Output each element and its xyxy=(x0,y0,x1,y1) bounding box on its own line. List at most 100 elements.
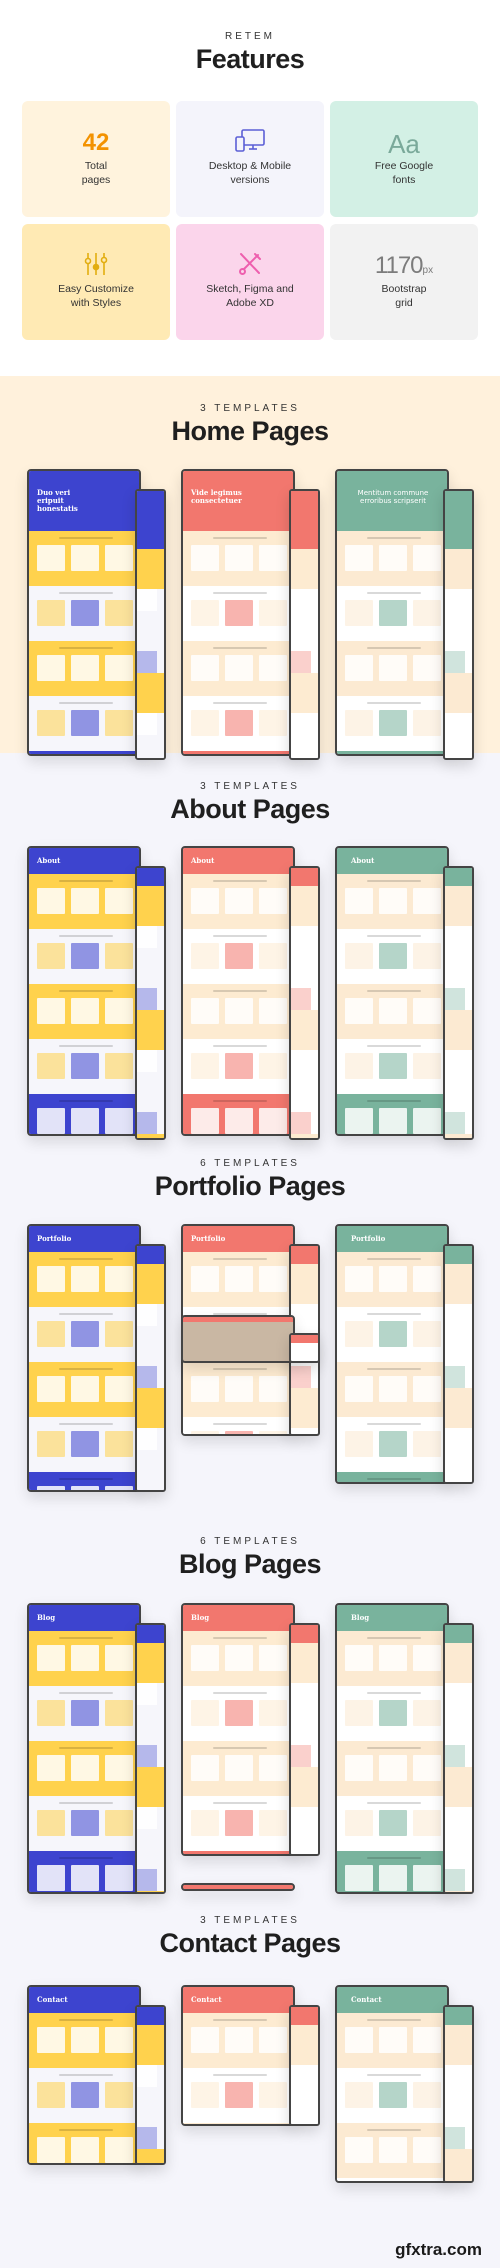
mockup-card xyxy=(191,1108,219,1134)
mockup-card xyxy=(191,600,219,626)
mockup-card xyxy=(259,655,287,681)
mobile-card xyxy=(445,1869,465,1891)
mockup-card xyxy=(345,1645,373,1671)
mockup-card xyxy=(259,2027,287,2053)
feature-label: Free Google fonts xyxy=(374,160,434,186)
mockup-card xyxy=(105,998,133,1024)
mockup-text-line xyxy=(367,702,421,704)
feature-label: Easy Customize with Styles xyxy=(58,283,134,309)
mockup-card xyxy=(413,1700,441,1726)
mobile-hero xyxy=(445,1246,472,1264)
mobile-hero xyxy=(445,1625,472,1643)
mockup-content-band xyxy=(337,751,447,754)
mobile-mockup-blog-blue xyxy=(135,1623,166,1894)
mobile-card xyxy=(291,651,311,673)
mobile-card xyxy=(445,1112,465,1134)
mockup-card xyxy=(413,1645,441,1671)
mobile-content-band xyxy=(445,1643,472,1683)
font-sample-icon: Aa xyxy=(388,129,420,159)
mobile-mockup-about-blue xyxy=(135,866,166,1140)
mockup-card xyxy=(37,1865,65,1891)
mockup-text-line xyxy=(367,1857,421,1859)
mockup-hero-text: Portfolio xyxy=(37,1234,72,1243)
mobile-card xyxy=(137,1050,157,1072)
mobile-mockup-contact-green xyxy=(443,2005,474,2183)
mobile-content-band xyxy=(445,1010,472,1050)
mockup-card xyxy=(345,2137,373,2163)
mockup-text-line xyxy=(59,1637,113,1639)
tools-icon xyxy=(239,253,261,275)
mobile-content-band xyxy=(445,1829,472,1869)
mobile-content-band xyxy=(445,611,472,651)
mockup-card xyxy=(71,888,99,914)
mobile-mockup-home-coral xyxy=(289,489,320,760)
contact-eyebrow: 3 TEMPLATES xyxy=(200,1915,300,1926)
mockup-card xyxy=(37,1431,65,1457)
mockup-hero-text: Contact xyxy=(351,1995,382,2004)
mockup-card xyxy=(259,998,287,1024)
mockup-text-line xyxy=(59,2019,113,2021)
mobile-card xyxy=(445,1807,465,1829)
mockup-card xyxy=(259,2082,287,2108)
mobile-content-band xyxy=(445,2025,472,2065)
portfolio-eyebrow: 6 TEMPLATES xyxy=(200,1158,300,1169)
desktop-mockup-contact-blue: Contact xyxy=(27,1985,141,2165)
mockup-card xyxy=(105,943,133,969)
mobile-content-band xyxy=(445,1134,472,1138)
mockup-card xyxy=(345,1700,373,1726)
mockup-card xyxy=(413,2082,441,2108)
mobile-content-band xyxy=(137,2149,164,2163)
mobile-card xyxy=(137,988,157,1010)
mockup-card xyxy=(37,1376,65,1402)
mobile-content-band xyxy=(291,1388,318,1428)
mockup-card xyxy=(345,1266,373,1292)
mobile-card xyxy=(291,926,311,948)
mobile-content-band xyxy=(445,735,472,758)
mockup-text-line xyxy=(213,935,267,937)
mobile-content-band xyxy=(137,1010,164,1050)
mockup-card xyxy=(37,2027,65,2053)
feature-label: Total pages xyxy=(81,160,111,186)
mockup-card xyxy=(259,943,287,969)
sliders-icon xyxy=(84,253,108,275)
mobile-card xyxy=(445,713,465,735)
mockup-card xyxy=(345,1755,373,1781)
mockup-card xyxy=(379,655,407,681)
mobile-card xyxy=(445,1428,465,1450)
mobile-mockup-portfolio-blue xyxy=(135,1244,166,1492)
mockup-card xyxy=(105,1755,133,1781)
mockup-card xyxy=(345,710,373,736)
mockup-card xyxy=(345,2027,373,2053)
mockup-content-band xyxy=(29,751,139,754)
mockup-card xyxy=(105,1645,133,1671)
mockup-hero-text: Portfolio xyxy=(191,1234,226,1243)
mockup-card xyxy=(191,998,219,1024)
mockup-card xyxy=(413,1266,441,1292)
mockup-card xyxy=(413,943,441,969)
mockup-text-line xyxy=(59,1857,113,1859)
mockup-card xyxy=(379,545,407,571)
mobile-content-band xyxy=(291,673,318,713)
mobile-content-band xyxy=(291,1010,318,1050)
mockup-card xyxy=(413,710,441,736)
mockup-card xyxy=(413,1755,441,1781)
home-eyebrow: 3 TEMPLATES xyxy=(200,403,300,414)
mobile-content-band xyxy=(445,886,472,926)
mockup-text-line xyxy=(59,935,113,937)
mobile-card xyxy=(445,651,465,673)
mobile-content-band xyxy=(291,2025,318,2065)
mockup-card xyxy=(379,600,407,626)
mockup-content-band xyxy=(183,751,293,754)
mockup-content-band xyxy=(183,1851,293,1854)
mobile-mockup-home-green xyxy=(443,489,474,760)
mockup-card xyxy=(191,1376,219,1402)
mockup-text-line xyxy=(213,2074,267,2076)
mockup-card xyxy=(413,545,441,571)
mockup-text-line xyxy=(367,1637,421,1639)
mockup-card xyxy=(191,2082,219,2108)
mockup-card xyxy=(225,1810,253,1836)
mobile-card xyxy=(445,1683,465,1705)
mobile-content-band xyxy=(137,611,164,651)
mobile-content-band xyxy=(137,549,164,589)
mockup-text-line xyxy=(367,1368,421,1370)
